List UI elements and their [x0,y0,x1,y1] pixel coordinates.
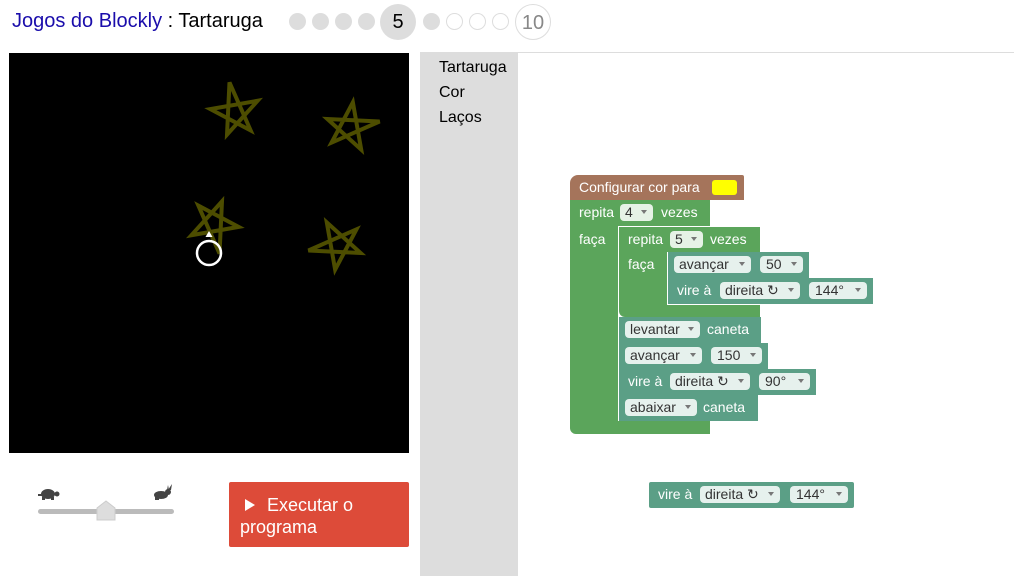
toolbox: Tartaruga Cor Laços [420,53,518,576]
loose-turn-prefix: vire à [658,486,693,502]
move-distance-value-1: 50 [766,256,782,272]
loose-turn-angle-value: 144° [796,486,825,502]
level-dot-7[interactable] [446,13,463,30]
loose-turn-direction-dropdown[interactable]: direita ↻ [700,486,780,503]
turn-angle-2[interactable]: 90° [759,373,810,390]
toolbox-category-color[interactable]: Cor [439,84,465,102]
pen-action-value-1: levantar [630,321,680,337]
inner-repeat-block[interactable]: repita 5 vezes [619,227,760,252]
loose-turn-block[interactable]: vire à direita ↻ 144° [649,482,854,508]
move-distance-1[interactable]: 50 [760,256,803,273]
toolbox-category-loops[interactable]: Laços [439,109,482,127]
loose-turn-angle[interactable]: 144° [790,486,848,503]
pen-action-dropdown-2[interactable]: abaixar [625,399,697,416]
app-link[interactable]: Jogos do Blockly [12,10,162,32]
turn-direction-dropdown-2[interactable]: direita ↻ [670,373,750,390]
inner-repeat-arm: faça [619,252,667,305]
level-dot-2[interactable] [312,13,329,30]
inner-repeat-count-value: 5 [675,231,683,247]
pen-up-suffix: caneta [707,321,750,337]
outer-repeat-count[interactable]: 4 [620,204,653,221]
inner-repeat-do: faça [628,256,655,272]
outer-repeat-bottom [570,421,710,434]
move-forward-block-1[interactable]: avançar 50 [668,252,809,278]
inner-repeat-bottom [619,305,760,317]
pen-action-value-2: abaixar [630,399,676,415]
inner-repeat-label: repita [628,231,664,247]
pen-action-dropdown-1[interactable]: levantar [625,321,700,338]
turn-direction-value-1: direita ↻ [725,282,779,298]
set-color-label: Configurar cor para [579,179,700,195]
inner-repeat-suffix: vezes [710,231,747,247]
outer-repeat-suffix: vezes [661,204,698,220]
pen-down-suffix: caneta [703,399,746,415]
header: Jogos do Blockly : Tartaruga 5 10 [0,0,1014,44]
blockly-workspace[interactable]: Configurar cor para repita 4 vezes faça … [518,53,1014,576]
level-dot-8[interactable] [469,13,486,30]
turn-block-1[interactable]: vire à direita ↻ 144° [668,278,873,304]
outer-repeat-arm: faça [570,226,618,421]
toolbox-category-turtle[interactable]: Tartaruga [439,59,507,77]
move-direction-value-2: avançar [630,347,680,363]
play-icon [245,499,255,511]
run-button[interactable]: Executar o programa [229,482,409,547]
pen-down-block[interactable]: abaixar caneta [619,395,758,421]
set-color-block[interactable]: Configurar cor para [570,175,744,200]
outer-repeat-label: repita [579,204,615,220]
level-dot-4[interactable] [358,13,375,30]
inner-repeat-count[interactable]: 5 [670,231,703,248]
loose-turn-direction-value: direita ↻ [705,486,759,502]
turn-direction-value-2: direita ↻ [675,373,729,389]
turtle-icon [38,489,60,500]
turtle-canvas [9,53,409,453]
turn-direction-dropdown-1[interactable]: direita ↻ [720,282,800,299]
current-level: 5 [380,4,416,40]
speed-slider [30,480,180,530]
star-2 [321,96,381,156]
turn-angle-value-2: 90° [765,373,787,389]
move-direction-value-1: avançar [679,256,729,272]
turn-block-2[interactable]: vire à direita ↻ 90° [619,369,816,395]
rabbit-icon [154,484,172,500]
last-level[interactable]: 10 [515,4,551,40]
move-forward-block-2[interactable]: avançar 150 [619,343,768,369]
move-distance-2[interactable]: 150 [711,347,762,364]
pen-up-block[interactable]: levantar caneta [619,317,761,343]
color-swatch[interactable] [712,180,737,195]
outer-repeat-block[interactable]: repita 4 vezes [570,200,710,226]
game-name: Tartaruga [178,10,263,32]
turn-angle-1[interactable]: 144° [809,282,867,299]
drawing-svg [185,81,381,276]
star-4 [307,216,367,276]
level-dot-9[interactable] [492,13,509,30]
level-dot-1[interactable] [289,13,306,30]
move-direction-dropdown-1[interactable]: avançar [674,256,751,273]
level-dot-3[interactable] [335,13,352,30]
outer-repeat-do: faça [579,231,606,247]
turn-prefix-1: vire à [677,282,712,298]
star-3 [185,195,245,255]
level-dot-6[interactable] [423,13,440,30]
move-distance-value-2: 150 [717,347,741,363]
title-separator: : [162,10,179,32]
slider-thumb[interactable] [96,500,116,521]
outer-repeat-count-value: 4 [625,204,633,220]
turn-angle-value-1: 144° [815,282,844,298]
star-1 [204,81,264,141]
turn-prefix-2: vire à [628,373,663,389]
page-title: Jogos do Blockly : Tartaruga [12,10,263,33]
move-direction-dropdown-2[interactable]: avançar [625,347,702,364]
run-button-label: Executar o programa [240,495,354,537]
